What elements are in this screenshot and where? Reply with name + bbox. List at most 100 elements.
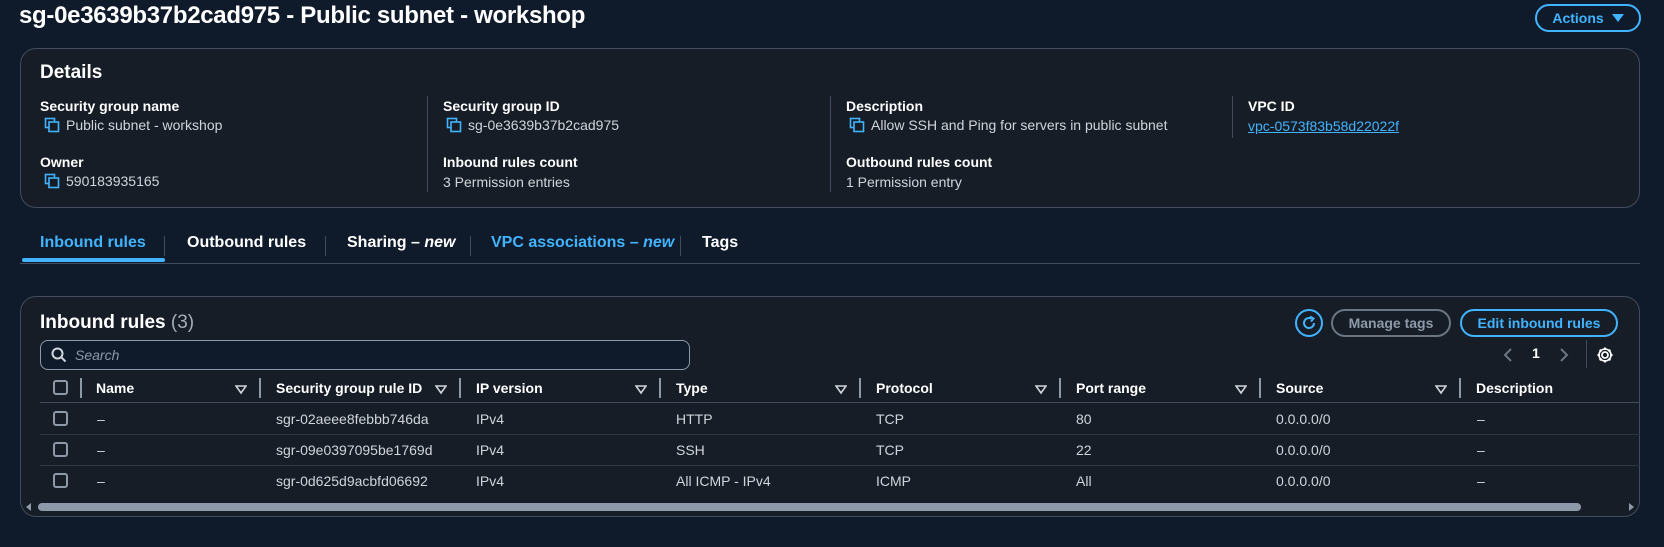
refresh-icon xyxy=(1303,315,1316,329)
cell-description: – xyxy=(1477,442,1485,458)
tab-separator xyxy=(325,236,326,256)
column-header-type[interactable]: Type xyxy=(676,380,708,396)
cell-source: 0.0.0.0/0 xyxy=(1276,411,1331,427)
cell-rule-id: sgr-02aeee8febbb746da xyxy=(276,411,429,427)
new-badge: new xyxy=(424,234,456,251)
sort-icon[interactable] xyxy=(1435,385,1447,395)
cell-type: SSH xyxy=(676,442,705,458)
cell-description: – xyxy=(1477,473,1485,489)
edit-inbound-rules-button[interactable]: Edit inbound rules xyxy=(1460,309,1618,337)
column-resizer[interactable] xyxy=(859,378,861,398)
outbound-rules-count: 1 Permission entry xyxy=(846,174,962,190)
tab-vpc-associations[interactable]: VPC associations – new xyxy=(491,234,674,252)
cell-protocol: ICMP xyxy=(876,473,911,489)
tab-outbound-rules[interactable]: Outbound rules xyxy=(187,234,306,252)
cell-protocol: TCP xyxy=(876,411,904,427)
tab-tags[interactable]: Tags xyxy=(702,234,738,252)
column-resizer[interactable] xyxy=(259,378,261,398)
copy-icon[interactable] xyxy=(44,117,60,133)
cell-name: – xyxy=(97,442,105,458)
chevron-right-icon[interactable] xyxy=(1558,347,1570,363)
cell-ip-version: IPv4 xyxy=(476,411,505,427)
search-field[interactable] xyxy=(40,340,690,370)
vpc-id-label: VPC ID xyxy=(1248,98,1295,114)
table-header-divider xyxy=(40,402,1640,403)
select-all-checkbox[interactable] xyxy=(53,380,68,395)
column-resizer[interactable] xyxy=(80,378,82,398)
column-header-ip-version[interactable]: IP version xyxy=(476,380,543,396)
tab-separator xyxy=(164,236,165,256)
actions-label: Actions xyxy=(1552,10,1604,26)
owner-label: Owner xyxy=(40,154,84,170)
tab-separator xyxy=(680,236,681,256)
security-group-id-label: Security group ID xyxy=(443,98,560,114)
tab-sharing[interactable]: Sharing – new xyxy=(347,234,455,252)
page-title: sg-0e3639b37b2cad975 - Public subnet - w… xyxy=(19,2,586,29)
sort-icon[interactable] xyxy=(635,385,647,395)
search-input[interactable] xyxy=(75,347,675,363)
cell-type: All ICMP - IPv4 xyxy=(676,473,771,489)
column-header-protocol[interactable]: Protocol xyxy=(876,380,933,396)
tab-inbound-rules[interactable]: Inbound rules xyxy=(40,234,146,252)
security-group-id-value: sg-0e3639b37b2cad975 xyxy=(446,117,619,133)
tab-separator xyxy=(470,236,471,256)
column-header-source[interactable]: Source xyxy=(1276,380,1323,396)
row-divider xyxy=(40,434,1640,435)
cell-port-range: 22 xyxy=(1076,442,1092,458)
actions-button[interactable]: Actions xyxy=(1535,4,1641,32)
cell-port-range: All xyxy=(1076,473,1092,489)
owner: 590183935165 xyxy=(66,173,160,189)
column-resizer[interactable] xyxy=(659,378,661,398)
cell-ip-version: IPv4 xyxy=(476,442,505,458)
column-resizer[interactable] xyxy=(1459,378,1461,398)
manage-tags-button[interactable]: Manage tags xyxy=(1331,309,1451,337)
security-group-name: Public subnet - workshop xyxy=(66,117,223,133)
tabs-baseline xyxy=(20,263,1640,264)
vpc-id-link[interactable]: vpc-0573f83b58d22022f xyxy=(1248,118,1399,134)
sort-icon[interactable] xyxy=(435,385,447,395)
inbound-rules-count: 3 Permission entries xyxy=(443,174,570,190)
column-resizer[interactable] xyxy=(1059,378,1061,398)
description-label: Description xyxy=(846,98,924,114)
gear-icon[interactable] xyxy=(1596,346,1614,364)
sort-icon[interactable] xyxy=(835,385,847,395)
sort-icon[interactable] xyxy=(1035,385,1047,395)
cell-ip-version: IPv4 xyxy=(476,473,505,489)
active-tab-indicator xyxy=(22,258,165,262)
tab-sharing-label: Sharing – xyxy=(347,234,425,251)
row-checkbox[interactable] xyxy=(53,473,68,488)
cell-source: 0.0.0.0/0 xyxy=(1276,473,1331,489)
tab-vpc-associations-label: VPC associations – xyxy=(491,234,644,251)
cell-rule-id: sgr-09e0397095be1769d xyxy=(276,442,433,458)
inbound-rules-heading: Inbound rules xyxy=(40,312,166,333)
sort-icon[interactable] xyxy=(235,385,247,395)
scroll-right-arrow-icon[interactable] xyxy=(1626,502,1636,512)
column-divider xyxy=(1232,96,1233,138)
cell-type: HTTP xyxy=(676,411,713,427)
column-header-rule-id[interactable]: Security group rule ID xyxy=(276,380,422,396)
column-resizer[interactable] xyxy=(1259,378,1261,398)
row-checkbox[interactable] xyxy=(53,411,68,426)
scroll-left-arrow-icon[interactable] xyxy=(24,502,34,512)
description-value: Allow SSH and Ping for servers in public… xyxy=(849,117,1167,133)
security-group-id: sg-0e3639b37b2cad975 xyxy=(468,117,620,133)
refresh-button[interactable] xyxy=(1295,309,1323,337)
chevron-left-icon[interactable] xyxy=(1502,347,1514,363)
column-header-port-range[interactable]: Port range xyxy=(1076,380,1146,396)
sort-icon[interactable] xyxy=(1235,385,1247,395)
security-group-name-value: Public subnet - workshop xyxy=(44,117,222,133)
inbound-rules-title: Inbound rules (3) xyxy=(40,312,194,334)
row-checkbox[interactable] xyxy=(53,442,68,457)
page-number[interactable]: 1 xyxy=(1532,345,1540,361)
row-divider xyxy=(40,465,1640,466)
copy-icon[interactable] xyxy=(446,117,462,133)
cell-name: – xyxy=(97,473,105,489)
horizontal-scrollbar-thumb[interactable] xyxy=(38,503,1581,511)
column-header-name[interactable]: Name xyxy=(96,380,134,396)
copy-icon[interactable] xyxy=(849,117,865,133)
column-resizer[interactable] xyxy=(459,378,461,398)
column-divider xyxy=(830,96,831,192)
copy-icon[interactable] xyxy=(44,173,60,189)
column-header-description[interactable]: Description xyxy=(1476,380,1553,396)
cell-rule-id: sgr-0d625d9acbfd06692 xyxy=(276,473,428,489)
